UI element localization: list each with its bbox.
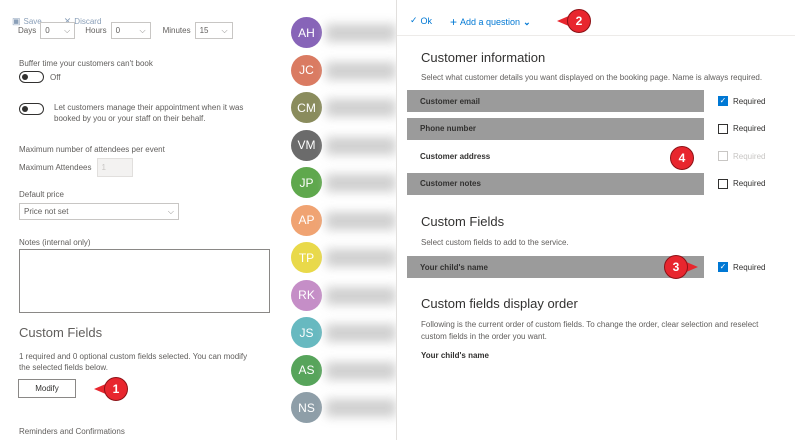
staff-avatar[interactable]: JP — [291, 167, 322, 198]
staff-avatar[interactable]: AS — [291, 354, 322, 386]
buffer-toggle[interactable] — [19, 71, 44, 83]
chevron-down-icon: ⌵ — [64, 25, 71, 35]
checkbox-icon — [718, 178, 728, 189]
chevron-down-icon: ⌵ — [221, 25, 228, 35]
custom-fields-heading: Custom Fields — [19, 325, 103, 340]
marker-3: 3 — [664, 255, 698, 279]
staff-name-blurred — [326, 286, 396, 305]
customer-info-description: Select what customer details you want di… — [421, 73, 763, 82]
plus-icon: + — [450, 15, 458, 29]
required-checkbox[interactable]: ✓ Required — [718, 262, 765, 272]
required-checkbox[interactable]: ✓ Required — [718, 96, 765, 106]
staff-avatar[interactable]: RK — [291, 279, 322, 311]
staff-name-blurred — [326, 249, 396, 267]
checkbox-icon — [718, 151, 728, 161]
notes-label: Notes (internal only) — [19, 238, 91, 247]
required-checkbox[interactable]: Required — [718, 123, 766, 134]
staff-name-blurred — [326, 361, 396, 380]
service-settings-panel: ▣ Save ✕ Discard Days 0 ⌵ Hours 0 ⌵ Minutes … — [0, 0, 288, 440]
checkbox-icon — [718, 123, 728, 134]
staff-name-blurred — [326, 99, 396, 117]
minutes-label: Minutes — [162, 26, 191, 35]
staff-name-blurred — [326, 174, 396, 192]
hours-label: Hours — [85, 26, 107, 35]
staff-avatar[interactable]: NS — [291, 392, 322, 423]
marker-4: 4 — [670, 146, 694, 170]
staff-name-blurred — [326, 61, 396, 80]
modify-button[interactable]: Modify — [18, 379, 76, 398]
staff-avatar[interactable]: JC — [291, 54, 322, 86]
staff-name-blurred — [326, 136, 396, 155]
field-row-label: Phone number — [407, 117, 704, 140]
buffer-label: Buffer time your customers can't book — [19, 59, 153, 68]
attendees-section-label: Maximum number of attendees per event — [19, 145, 165, 154]
marker-1: 1 — [94, 377, 128, 401]
hours-select[interactable]: 0 ⌵ — [110, 22, 151, 39]
price-label: Default price — [19, 190, 64, 199]
customer-info-heading: Customer information — [421, 50, 546, 65]
required-label: Required — [733, 151, 766, 161]
staff-name-blurred — [326, 24, 396, 42]
checkbox-checked-icon: ✓ — [718, 262, 728, 272]
required-label: Required — [733, 262, 766, 272]
notes-textarea[interactable] — [19, 249, 270, 313]
required-label: Required — [733, 124, 766, 133]
staff-avatar[interactable]: AP — [291, 204, 322, 236]
staff-avatar[interactable]: VM — [291, 129, 322, 161]
minutes-select[interactable]: 15 ⌵ — [194, 22, 233, 39]
duration-row: Days 0 ⌵ Hours 0 ⌵ Minutes 15 ⌵ — [18, 22, 233, 39]
manage-text: Let customers manage their appointment w… — [54, 103, 244, 123]
ok-button[interactable]: ✓ Ok — [410, 15, 432, 26]
custom-fields-description: Select custom fields to add to the servi… — [421, 238, 569, 247]
display-order-item: Your child's name — [421, 351, 489, 360]
staff-avatar[interactable]: JS — [291, 317, 322, 348]
staff-avatar[interactable]: TP — [291, 242, 322, 273]
staff-name-blurred — [326, 324, 396, 342]
required-checkbox[interactable]: Required — [718, 178, 766, 189]
display-order-description: Following is the current order of custom… — [421, 320, 759, 341]
add-question-button[interactable]: + Add a question ⌄ — [450, 15, 531, 29]
field-row-label: Your child's name — [407, 256, 704, 278]
buffer-toggle-state: Off — [50, 72, 61, 82]
field-row-label: Customer email — [407, 90, 704, 112]
reminders-heading: Reminders and Confirmations — [19, 427, 125, 436]
chevron-down-icon: ⌵ — [139, 25, 146, 35]
field-row-label: Customer notes — [407, 172, 704, 195]
staff-avatar-list: AH JC CM VM JP AP TP RK JS AS NS — [288, 0, 396, 440]
price-select[interactable]: Price not set ⌵ — [19, 203, 179, 220]
required-label: Required — [733, 179, 766, 188]
manage-toggle[interactable] — [19, 103, 44, 115]
staff-avatar[interactable]: CM — [291, 92, 322, 123]
staff-avatar[interactable]: AH — [291, 17, 322, 48]
days-select[interactable]: 0 ⌵ — [40, 22, 76, 39]
marker-2: 2 — [557, 9, 591, 33]
required-label: Required — [733, 96, 766, 106]
custom-fields-summary: 1 required and 0 optional custom fields … — [19, 352, 248, 372]
attendees-row: Maximum Attendees 1 — [19, 158, 134, 177]
custom-fields-panel: ✓ Ok + Add a question ⌄ Customer informatio… — [397, 0, 795, 440]
field-row-label: Customer address — [420, 151, 491, 161]
chevron-down-icon: ⌄ — [523, 16, 531, 27]
required-checkbox: Required — [718, 151, 765, 161]
buffer-toggle-row: Off — [19, 71, 61, 83]
max-attendees-label: Maximum Attendees — [19, 163, 92, 172]
right-toolbar: ✓ Ok + Add a question ⌄ — [397, 0, 795, 36]
custom-fields-heading-right: Custom Fields — [421, 214, 505, 229]
checkbox-checked-icon: ✓ — [718, 96, 728, 106]
manage-toggle-row — [19, 103, 44, 115]
max-attendees-input[interactable]: 1 — [97, 158, 134, 177]
staff-name-blurred — [326, 211, 396, 230]
display-order-heading: Custom fields display order — [421, 296, 578, 311]
days-label: Days — [18, 26, 37, 35]
staff-name-blurred — [326, 399, 396, 417]
chevron-down-icon: ⌵ — [167, 206, 174, 216]
checkmark-icon: ✓ — [410, 15, 418, 25]
